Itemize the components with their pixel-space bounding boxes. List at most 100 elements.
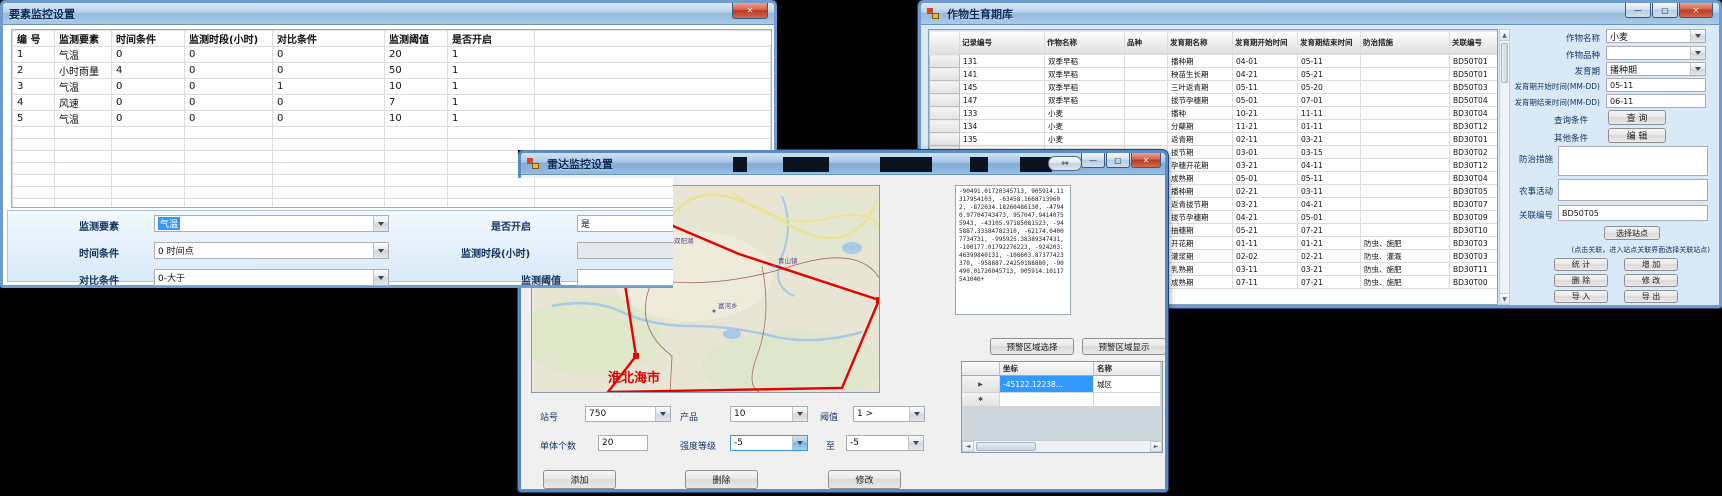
table-cell[interactable]: 141 xyxy=(960,68,1045,81)
chevron-down-icon[interactable] xyxy=(792,407,807,421)
table-cell[interactable]: 双季早稻 xyxy=(1045,68,1125,81)
warning-region-select-button[interactable]: 预警区域选择 xyxy=(990,338,1074,355)
table-cell[interactable]: 0 xyxy=(112,79,185,95)
table-cell[interactable] xyxy=(930,55,960,68)
chevron-down-icon[interactable] xyxy=(908,436,923,450)
end-time-field[interactable]: 06-11 xyxy=(1606,94,1706,108)
table-cell[interactable]: 04-21 xyxy=(1233,211,1298,224)
table-cell[interactable]: 4 xyxy=(13,95,55,111)
add-button[interactable]: 增 加 xyxy=(1624,258,1678,271)
table-cell[interactable]: 孕穗开花期 xyxy=(1168,159,1233,172)
table-cell[interactable]: BD30T09 xyxy=(1450,211,1499,224)
edit-button[interactable]: 编 辑 xyxy=(1608,128,1666,143)
table-cell[interactable]: 131 xyxy=(960,55,1045,68)
table-cell[interactable] xyxy=(1125,120,1168,133)
table-cell[interactable]: 0 xyxy=(185,95,273,111)
table-cell[interactable]: 02-11 xyxy=(1233,133,1298,146)
query-button[interactable]: 查 询 xyxy=(1608,110,1666,125)
table-cell[interactable]: BD30T12 xyxy=(1450,159,1499,172)
compare-condition-combo[interactable]: 0-大于 xyxy=(154,269,389,286)
table-cell[interactable]: 03-15 xyxy=(1298,146,1361,159)
table-cell[interactable]: BD30T04 xyxy=(1450,172,1499,185)
table-cell[interactable]: 0 xyxy=(185,79,273,95)
column-header[interactable]: 关联编号 xyxy=(1450,31,1499,55)
intensity-from-combo[interactable]: -5 xyxy=(730,435,808,451)
table-cell[interactable]: 播种 xyxy=(1168,107,1233,120)
table-cell[interactable] xyxy=(1361,159,1450,172)
export-button[interactable]: 导 出 xyxy=(1624,290,1678,303)
growth-period-combo[interactable]: 播种期 xyxy=(1606,62,1706,76)
table-cell[interactable]: 拔节孕穗期 xyxy=(1168,211,1233,224)
table-row[interactable]: 135小麦返青期02-1103-21BD30T01 xyxy=(930,133,1499,146)
crop-variety-combo[interactable] xyxy=(1606,46,1706,60)
table-cell[interactable]: BD50T03 xyxy=(1450,81,1499,94)
table-cell[interactable]: 灌浆期 xyxy=(1168,250,1233,263)
table-cell[interactable]: 04-11 xyxy=(1298,159,1361,172)
table-cell[interactable]: 01-21 xyxy=(1298,237,1361,250)
table-cell[interactable]: 成熟期 xyxy=(1168,172,1233,185)
chevron-down-icon[interactable] xyxy=(792,436,807,450)
table-cell[interactable]: 气温 xyxy=(55,111,112,127)
table-row[interactable]: 1气温000201 xyxy=(13,47,771,63)
statistics-button[interactable]: 统 计 xyxy=(1554,258,1608,271)
table-cell[interactable]: 03-21 xyxy=(1233,198,1298,211)
table-cell[interactable]: BD50T01 xyxy=(1450,68,1499,81)
scroll-up-icon[interactable]: ▲ xyxy=(1500,30,1509,41)
table-cell[interactable]: 05-21 xyxy=(1233,224,1298,237)
column-header[interactable]: 发育期开始时间 xyxy=(1233,31,1298,55)
table-cell[interactable] xyxy=(1125,107,1168,120)
table-cell[interactable]: 2 xyxy=(13,63,55,79)
table-cell[interactable]: 0 xyxy=(185,63,273,79)
table-cell[interactable]: 10-21 xyxy=(1233,107,1298,120)
chevron-down-icon[interactable] xyxy=(373,216,388,231)
close-button[interactable]: ✕ xyxy=(1679,3,1713,18)
minimize-button[interactable]: — xyxy=(1081,153,1105,168)
table-cell[interactable]: 07-11 xyxy=(1233,276,1298,289)
table-cell[interactable]: 拔节孕穗期 xyxy=(1168,94,1233,107)
table-row[interactable]: 131双季早稻播种期04-0105-11BD50T01 xyxy=(930,55,1499,68)
region-coord-cell[interactable]: -45122.12238... xyxy=(1000,376,1094,393)
modify-button[interactable]: 修 改 xyxy=(1624,274,1678,287)
chevron-down-icon[interactable] xyxy=(373,270,388,285)
delete-button[interactable]: 删 除 xyxy=(1554,274,1608,287)
grid-vertical-scrollbar[interactable]: ▲ ▼ xyxy=(1499,29,1510,305)
table-cell[interactable] xyxy=(535,95,771,111)
chevron-down-icon[interactable] xyxy=(1690,30,1705,42)
minimize-button[interactable]: — xyxy=(1625,3,1651,18)
table-cell[interactable]: 05-11 xyxy=(1298,172,1361,185)
column-header[interactable] xyxy=(930,31,960,55)
table-cell[interactable]: 134 xyxy=(960,120,1045,133)
element-monitor-titlebar[interactable]: 要素监控设置 xyxy=(3,3,774,25)
table-cell[interactable]: 07-21 xyxy=(1298,276,1361,289)
table-cell[interactable]: 05-01 xyxy=(1233,94,1298,107)
table-cell[interactable] xyxy=(1125,55,1168,68)
crop-name-combo[interactable]: 小麦 xyxy=(1606,29,1706,43)
table-cell[interactable] xyxy=(1361,133,1450,146)
column-header[interactable]: 作物名称 xyxy=(1045,31,1125,55)
table-cell[interactable] xyxy=(1361,198,1450,211)
table-cell[interactable]: 02-21 xyxy=(1233,185,1298,198)
table-cell[interactable]: 20 xyxy=(385,47,448,63)
table-cell[interactable]: 01-11 xyxy=(1233,237,1298,250)
table-cell[interactable]: 05-20 xyxy=(1298,81,1361,94)
table-cell[interactable]: 03-21 xyxy=(1233,159,1298,172)
table-cell[interactable] xyxy=(1361,81,1450,94)
modify-button[interactable]: 修改 xyxy=(828,470,901,489)
table-cell[interactable]: 0 xyxy=(273,63,385,79)
table-cell[interactable]: BD30T07 xyxy=(1450,198,1499,211)
close-button[interactable]: ✕ xyxy=(1131,153,1161,168)
table-cell[interactable]: 01-11 xyxy=(1298,120,1361,133)
coord-column-header[interactable]: 坐标 xyxy=(1000,362,1094,376)
table-row[interactable]: 133小麦播种10-2111-11BD30T04 xyxy=(930,107,1499,120)
table-cell[interactable]: 07-21 xyxy=(1298,224,1361,237)
select-station-button[interactable]: 选择站点 xyxy=(1604,226,1660,240)
table-cell[interactable]: 05-11 xyxy=(1233,81,1298,94)
close-button[interactable]: ✕ xyxy=(732,3,768,19)
table-cell[interactable]: 07-01 xyxy=(1298,94,1361,107)
scroll-thumb[interactable] xyxy=(1501,43,1508,83)
table-row[interactable]: 134小麦分蘖期11-2101-11BD30T12 xyxy=(930,120,1499,133)
table-cell[interactable] xyxy=(930,133,960,146)
threshold-combo[interactable]: 1 > xyxy=(853,406,925,422)
chevron-down-icon[interactable] xyxy=(1690,47,1705,59)
table-cell[interactable]: 04-01 xyxy=(1233,55,1298,68)
